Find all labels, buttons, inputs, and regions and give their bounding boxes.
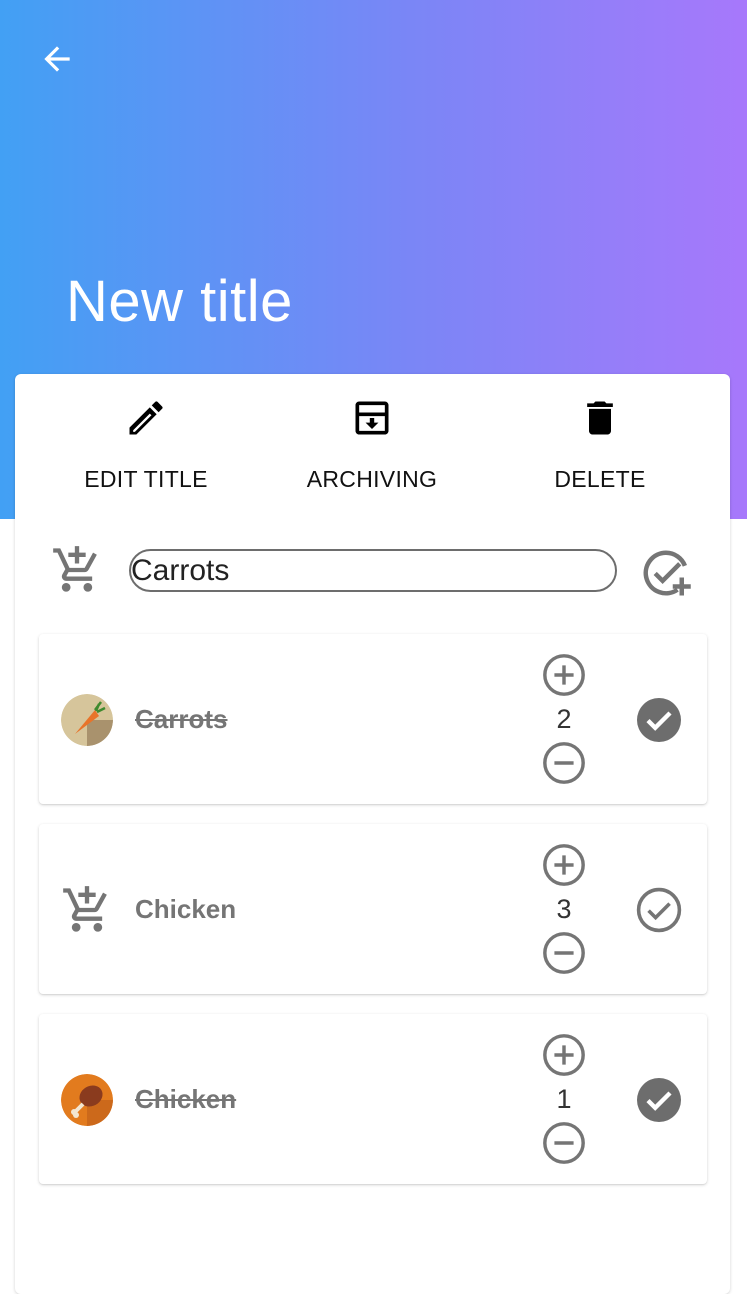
minus-circle-icon[interactable] xyxy=(541,1120,587,1166)
unchecked-circle-icon[interactable] xyxy=(635,886,683,934)
list-item[interactable]: Chicken 1 xyxy=(39,1014,707,1184)
list-item[interactable]: Chicken 3 xyxy=(39,824,707,994)
plus-circle-icon[interactable] xyxy=(541,1032,587,1078)
carrot-image xyxy=(61,694,113,746)
arrow-back-icon xyxy=(44,46,70,72)
add-cart-icon xyxy=(63,886,107,932)
page-title: New title xyxy=(66,269,293,334)
item-name: Chicken xyxy=(135,1084,237,1114)
back-button[interactable] xyxy=(34,36,80,82)
trash-icon xyxy=(587,401,613,435)
archive-button[interactable]: ARCHIVING xyxy=(272,394,472,504)
list-item[interactable]: Carrots 2 xyxy=(39,634,707,804)
plus-circle-icon[interactable] xyxy=(541,652,587,698)
delete-button[interactable]: DELETE xyxy=(500,394,700,504)
delete-label: DELETE xyxy=(554,466,646,492)
item-quantity: 3 xyxy=(556,894,572,924)
item-name: Carrots xyxy=(135,704,228,734)
edit-title-button[interactable]: EDIT TITLE xyxy=(46,394,246,504)
archive-label: ARCHIVING xyxy=(306,466,438,492)
check-add-icon[interactable] xyxy=(639,546,693,600)
minus-circle-icon[interactable] xyxy=(541,930,587,976)
action-bar: EDIT TITLE ARCHIVING DELETE xyxy=(15,374,730,514)
edit-title-label: EDIT TITLE xyxy=(84,466,208,492)
add-cart-icon xyxy=(53,546,97,592)
item-quantity: 2 xyxy=(556,704,572,734)
item-name-input[interactable] xyxy=(129,549,617,592)
item-quantity: 1 xyxy=(556,1084,572,1114)
archive-icon xyxy=(355,401,389,435)
item-name: Chicken xyxy=(135,894,237,924)
checked-circle-icon[interactable] xyxy=(635,1076,683,1124)
list-card: EDIT TITLE ARCHIVING DELETE Carrots Carr… xyxy=(15,374,730,1294)
add-item-row xyxy=(15,524,730,614)
pencil-icon xyxy=(129,401,163,435)
minus-circle-icon[interactable] xyxy=(541,740,587,786)
chicken-image xyxy=(61,1074,113,1126)
plus-circle-icon[interactable] xyxy=(541,842,587,888)
checked-circle-icon[interactable] xyxy=(635,696,683,744)
